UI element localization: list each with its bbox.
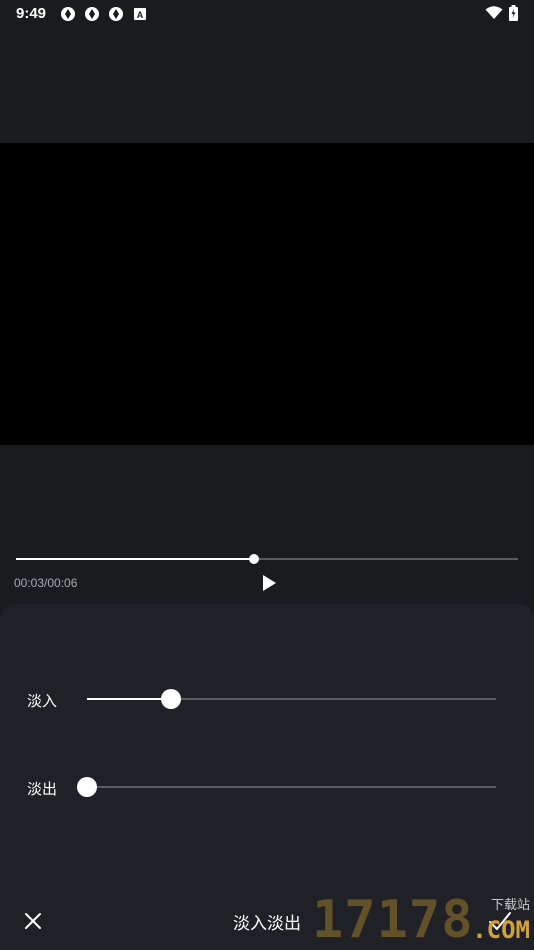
video-progress-fill	[16, 558, 255, 560]
aperture-icon	[109, 7, 123, 21]
video-progress-bar[interactable]	[16, 554, 518, 564]
status-bar: 9:49 A	[0, 0, 534, 28]
a-badge-icon: A	[134, 8, 146, 20]
fade-out-slider-thumb[interactable]	[77, 777, 97, 797]
fade-in-slider-fill	[87, 698, 171, 700]
bottom-title: 淡入淡出	[233, 914, 301, 934]
playback-time: 00:03/00:06	[14, 576, 78, 590]
notification-icons: A	[60, 6, 148, 22]
status-time: 9:49	[16, 5, 47, 22]
fade-out-slider[interactable]	[77, 777, 496, 797]
fade-in-slider[interactable]	[87, 689, 496, 709]
play-icon[interactable]	[260, 574, 278, 592]
wifi-icon	[485, 6, 503, 19]
fade-out-label: 淡出	[27, 780, 58, 798]
fade-in-slider-thumb[interactable]	[160, 689, 181, 709]
system-icons	[485, 5, 518, 21]
aperture-icon	[61, 7, 75, 21]
battery-icon	[509, 5, 518, 21]
bottom-action-bar: 淡入淡出	[0, 895, 534, 950]
video-preview[interactable]	[0, 143, 534, 445]
check-icon[interactable]	[488, 910, 512, 932]
fade-in-label: 淡入	[27, 692, 58, 710]
aperture-icon	[85, 7, 99, 21]
svg-text:A: A	[137, 10, 144, 20]
video-progress-thumb[interactable]	[249, 554, 260, 564]
